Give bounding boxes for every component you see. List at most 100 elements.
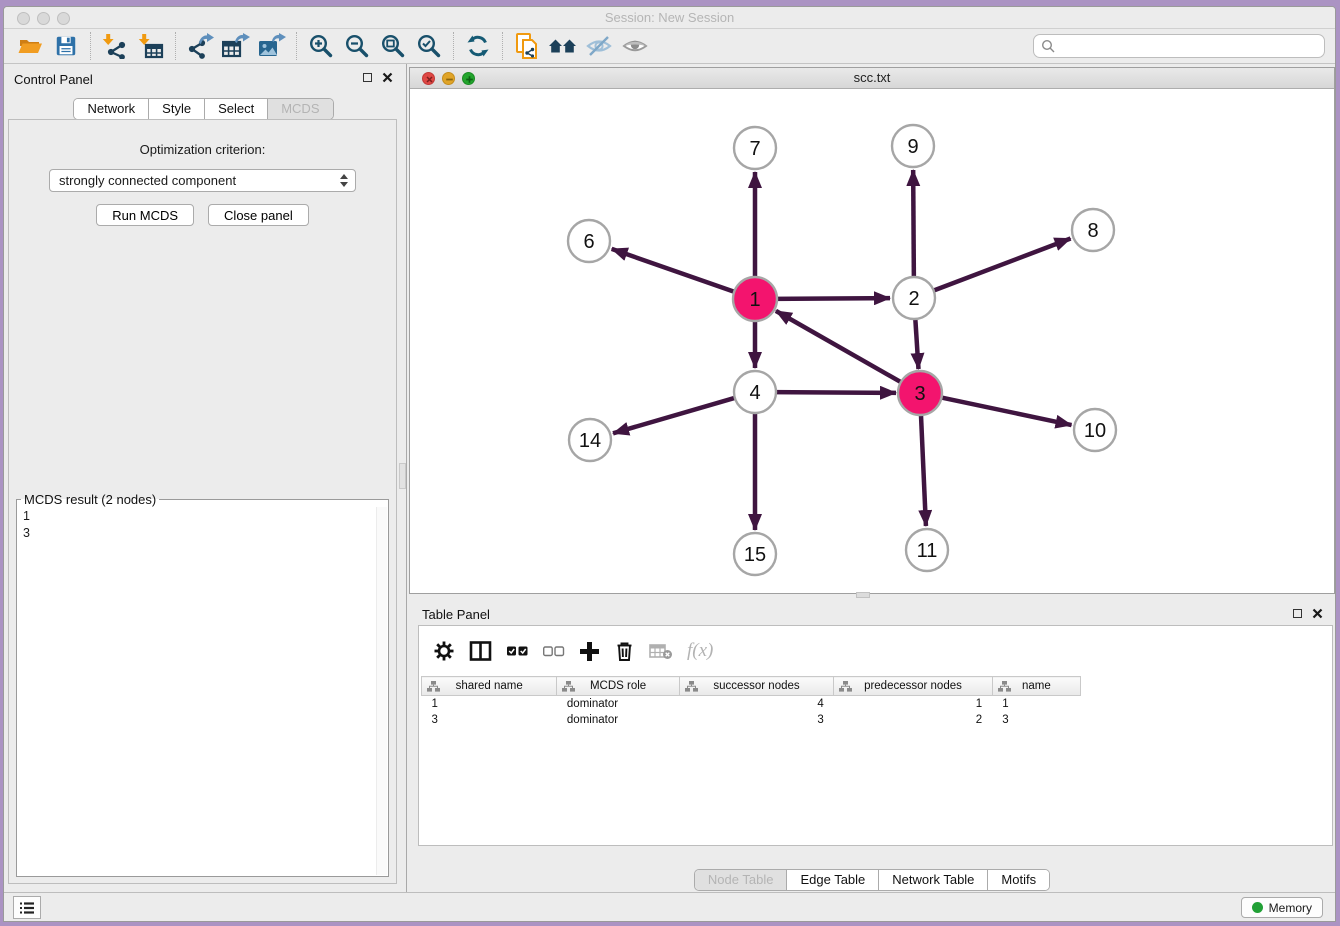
import-network-icon[interactable] [99, 31, 131, 61]
table-cell[interactable]: dominator [557, 696, 679, 712]
delete-column-icon[interactable] [614, 640, 635, 662]
table-tab-motifs[interactable]: Motifs [987, 870, 1049, 890]
graph-node-label-8: 8 [1087, 220, 1098, 242]
select-stepper-icon [340, 174, 348, 187]
column-header-MCDS-role[interactable]: MCDS role [557, 677, 679, 696]
app-title: Session: New Session [4, 10, 1335, 25]
table-row[interactable]: 3dominator323 [422, 712, 1081, 728]
zoom-in-icon[interactable] [305, 31, 337, 61]
table-cell[interactable]: 2 [834, 712, 992, 728]
tab-style[interactable]: Style [148, 99, 204, 119]
control-panel-float-icon[interactable] [363, 73, 372, 82]
toolbar-separator [453, 32, 454, 60]
table-panel-close-icon[interactable] [1312, 608, 1323, 619]
table-tab-network-table[interactable]: Network Table [878, 870, 987, 890]
hierarchy-icon [839, 681, 852, 692]
table-panel-title: Table Panel [422, 607, 490, 622]
column-header-successor-nodes[interactable]: successor nodes [679, 677, 833, 696]
mcds-result-text[interactable]: 1 3 [17, 507, 388, 543]
search-input[interactable] [1033, 34, 1325, 58]
node-table-container: f(x) shared nameMCDS rolesuccessor nodes… [418, 625, 1333, 846]
toolbar-separator [296, 32, 297, 60]
graph-edge-1-6[interactable] [612, 249, 737, 293]
table-tab-node-table[interactable]: Node Table [695, 870, 787, 890]
status-bar: Memory [4, 892, 1335, 921]
graph-node-label-2: 2 [908, 288, 919, 310]
graph-node-label-10: 10 [1084, 420, 1106, 442]
export-image-icon[interactable] [256, 31, 288, 61]
graph-edge-2-8[interactable] [932, 239, 1071, 292]
table-cell[interactable]: 4 [679, 696, 833, 712]
graph-node-label-7: 7 [749, 138, 760, 160]
export-table-icon[interactable] [220, 31, 252, 61]
deselect-all-rows-icon[interactable] [543, 644, 565, 658]
optimization-select[interactable]: strongly connected component [49, 169, 356, 192]
network-window-title: scc.txt [410, 70, 1334, 85]
table-row[interactable]: 1dominator411 [422, 696, 1081, 712]
mcds-result-box: MCDS result (2 nodes) 1 3 [16, 492, 389, 877]
open-session-icon[interactable] [14, 31, 46, 61]
vertical-splitter-handle[interactable] [399, 463, 406, 489]
table-cell[interactable]: dominator [557, 712, 679, 728]
graph-edge-2-9[interactable] [913, 170, 914, 279]
network-window-titlebar[interactable]: scc.txt [410, 68, 1334, 89]
tab-network[interactable]: Network [74, 99, 148, 119]
table-tab-edge-table[interactable]: Edge Table [786, 870, 878, 890]
memory-button[interactable]: Memory [1241, 897, 1323, 918]
refresh-icon[interactable] [462, 31, 494, 61]
graph-node-label-3: 3 [914, 383, 925, 405]
add-column-icon[interactable] [579, 641, 600, 662]
graph-edge-3-1[interactable] [776, 311, 904, 384]
network-canvas[interactable]: 1234678910111415 [410, 89, 1334, 593]
graph-node-label-1: 1 [749, 289, 760, 311]
close-panel-button[interactable]: Close panel [208, 204, 309, 226]
import-table-icon[interactable] [135, 31, 167, 61]
save-session-icon[interactable] [50, 31, 82, 61]
graph-edge-1-2[interactable] [774, 298, 890, 299]
zoom-fit-icon[interactable] [377, 31, 409, 61]
first-neighbors-icon[interactable] [547, 31, 579, 61]
tab-select[interactable]: Select [204, 99, 267, 119]
hide-selected-icon[interactable] [583, 31, 615, 61]
column-header-shared-name[interactable]: shared name [422, 677, 557, 696]
graph-edge-4-3[interactable] [774, 392, 896, 393]
column-visibility-icon[interactable] [469, 640, 493, 662]
table-panel-float-icon[interactable] [1293, 609, 1302, 618]
tab-mcds[interactable]: MCDS [267, 99, 332, 119]
hierarchy-icon [685, 681, 698, 692]
desktop-background: Session: New Session [0, 0, 1340, 926]
status-menu-button[interactable] [13, 896, 41, 919]
show-all-icon[interactable] [619, 31, 651, 61]
optimization-criterion-label: Optimization criterion: [9, 142, 396, 157]
app-titlebar: Session: New Session [4, 7, 1335, 29]
table-settings-icon[interactable] [433, 640, 455, 662]
run-mcds-button[interactable]: Run MCDS [96, 204, 194, 226]
table-cell[interactable]: 1 [422, 696, 557, 712]
delete-table-icon [649, 642, 673, 660]
graph-node-label-9: 9 [907, 136, 918, 158]
memory-button-label: Memory [1269, 901, 1312, 915]
graph-edge-2-3[interactable] [915, 317, 918, 369]
result-scrollbar[interactable] [376, 507, 387, 875]
zoom-selected-icon[interactable] [413, 31, 445, 61]
table-cell[interactable]: 3 [679, 712, 833, 728]
column-header-name[interactable]: name [992, 677, 1080, 696]
table-cell[interactable]: 1 [834, 696, 992, 712]
table-cell[interactable]: 3 [422, 712, 557, 728]
select-all-rows-icon[interactable] [507, 644, 529, 658]
graph-edge-3-11[interactable] [921, 412, 926, 526]
export-network-icon[interactable] [184, 31, 216, 61]
control-panel-close-icon[interactable] [382, 72, 393, 83]
graph-edge-3-10[interactable] [939, 397, 1072, 425]
table-cell[interactable]: 1 [992, 696, 1080, 712]
control-panel-header: Control Panel [4, 64, 403, 94]
new-network-from-selection-icon[interactable] [511, 31, 543, 61]
graph-edge-4-14[interactable] [613, 397, 737, 433]
function-builder-icon: f(x) [687, 640, 713, 662]
search-container [1033, 34, 1325, 58]
zoom-out-icon[interactable] [341, 31, 373, 61]
node-table: shared nameMCDS rolesuccessor nodesprede… [421, 676, 1081, 728]
table-cell[interactable]: 3 [992, 712, 1080, 728]
control-panel-title: Control Panel [14, 72, 93, 87]
column-header-predecessor-nodes[interactable]: predecessor nodes [834, 677, 992, 696]
